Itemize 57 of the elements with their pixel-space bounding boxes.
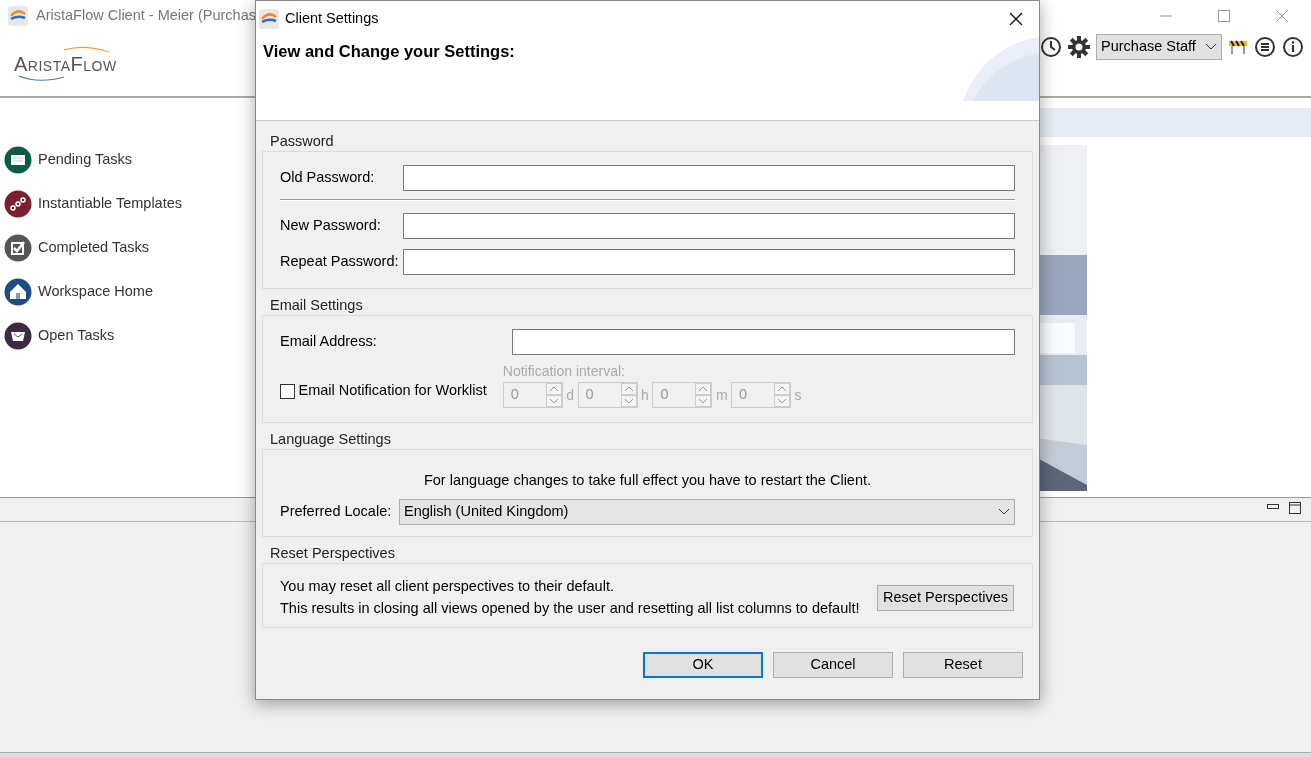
- app-logo: AristaFlow: [14, 44, 114, 84]
- sidebar-link[interactable]: Completed Tasks: [38, 237, 149, 259]
- maximize-icon[interactable]: [1289, 502, 1301, 517]
- dialog-title: Client Settings: [285, 9, 379, 29]
- role-dropdown[interactable]: Purchase Staff: [1096, 34, 1222, 60]
- stepper-icon[interactable]: [774, 383, 791, 407]
- unit-label: h: [641, 385, 649, 405]
- unit-label: s: [794, 385, 802, 405]
- group-title: Language Settings: [269, 430, 392, 449]
- caret-icon: [1205, 43, 1217, 51]
- info-icon[interactable]: [1282, 36, 1304, 58]
- window-title: AristaFlow Client - Meier (Purchas: [36, 6, 256, 26]
- dialog-heading: View and Change your Settings:: [262, 41, 516, 62]
- group-title: Reset Perspectives: [269, 543, 396, 563]
- checkbox-icon: [4, 234, 32, 262]
- dialog-button[interactable]: Cancel: [773, 652, 893, 679]
- clock-icon[interactable]: [1040, 36, 1062, 58]
- locale-dropdown[interactable]: English (United Kingdom): [399, 498, 1015, 525]
- nodes-icon: [4, 190, 32, 218]
- password-field[interactable]: [403, 165, 1015, 191]
- stepper-icon[interactable]: [620, 383, 637, 407]
- group-title: Password: [269, 132, 335, 151]
- tray-icon: [4, 146, 32, 174]
- password-field[interactable]: [403, 213, 1015, 239]
- close-icon[interactable]: [1009, 12, 1023, 26]
- field-label: New Password:: [280, 216, 382, 236]
- app-icon: [259, 9, 279, 29]
- reset-perspectives-button[interactable]: Reset Perspectives: [877, 584, 1014, 611]
- app-icon: [8, 6, 28, 26]
- caret-icon: [998, 507, 1010, 516]
- password-field[interactable]: [403, 249, 1015, 275]
- reset-description: This results in closing all views opened by the user and resetting all list columns to default!: [280, 598, 860, 618]
- tray-icon: [4, 322, 32, 350]
- menu-icon[interactable]: [1254, 36, 1276, 58]
- home-icon: [4, 278, 32, 306]
- reset-description: You may reset all client perspectives to their default.: [280, 576, 615, 596]
- dialog-button[interactable]: Reset: [903, 652, 1023, 679]
- language-note: For language changes to take full effect you have to restart the Client.: [422, 471, 873, 490]
- interval-label: Notification interval:: [502, 362, 626, 381]
- sidebar-link[interactable]: Instantiable Templates: [38, 193, 183, 215]
- email-field[interactable]: [512, 329, 1015, 355]
- settings-icon[interactable]: [1068, 36, 1090, 58]
- group-title: Email Settings: [269, 296, 364, 315]
- sidebar-link[interactable]: Open Tasks: [38, 325, 115, 347]
- unit-label: m: [715, 385, 728, 405]
- field-label: Repeat Password:: [280, 252, 400, 272]
- sidebar-link[interactable]: Workspace Home: [38, 281, 153, 303]
- sidebar-link[interactable]: Pending Tasks: [38, 149, 133, 171]
- barrier-icon[interactable]: [1228, 38, 1248, 56]
- unit-label: d: [566, 385, 575, 405]
- dialog-button[interactable]: OK: [643, 652, 763, 679]
- stepper-icon[interactable]: [695, 383, 712, 407]
- field-label: Email Address:: [280, 332, 378, 352]
- field-label: Preferred Locale:: [280, 501, 393, 521]
- notification-checkbox[interactable]: Email Notification for Worklist: [280, 380, 487, 402]
- stepper-icon[interactable]: [545, 383, 562, 407]
- field-label: Old Password:: [280, 168, 376, 188]
